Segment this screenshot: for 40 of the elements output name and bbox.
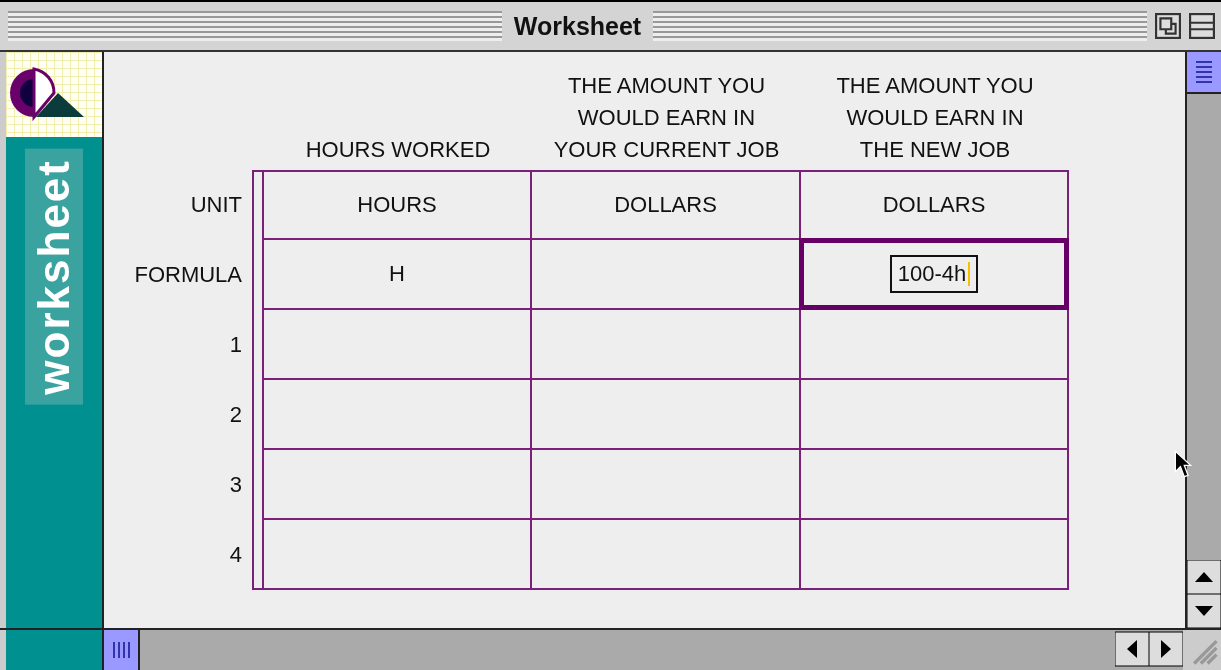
row-label: 2 — [229, 402, 242, 428]
sidebar-label: worksheet — [25, 149, 83, 405]
table-cell: DOLLARS — [801, 170, 1069, 240]
selected-cell[interactable]: 100-4h — [799, 238, 1069, 310]
row-label: UNIT — [190, 192, 242, 218]
scroll-down-icon[interactable] — [1187, 594, 1221, 628]
table-cell: HOURS — [264, 170, 532, 240]
table-cell[interactable] — [801, 450, 1069, 520]
collapse-box-icon[interactable] — [1189, 13, 1215, 39]
scroll-right-icon[interactable] — [1149, 630, 1183, 668]
table-cell[interactable] — [801, 520, 1069, 590]
table-cell[interactable] — [801, 310, 1069, 380]
table-cell: DOLLARS — [532, 170, 801, 240]
scroll-left-icon[interactable] — [1115, 630, 1149, 668]
table-cell[interactable]: H — [264, 240, 532, 310]
column-heading: THE AMOUNT YOU WOULD EARN IN YOUR CURRENT JOB — [553, 72, 780, 164]
row-label: 4 — [229, 542, 242, 568]
table-cell[interactable] — [532, 520, 801, 590]
table-cell[interactable] — [264, 450, 532, 520]
column-heading: THE AMOUNT YOU WOULD EARN IN THE NEW JOB — [836, 72, 1034, 164]
scroll-up-icon[interactable] — [1187, 560, 1221, 594]
scroll-thumb[interactable] — [1187, 52, 1221, 94]
formula-field[interactable]: 100-4h — [889, 255, 979, 293]
zoom-box-icon[interactable] — [1155, 13, 1181, 39]
table-cell[interactable] — [801, 380, 1069, 450]
table-cell[interactable] — [532, 380, 801, 450]
column-heading: HOURS WORKED — [305, 136, 491, 164]
mouse-pointer-icon — [1174, 450, 1192, 478]
vertical-scrollbar[interactable] — [1185, 52, 1221, 628]
table-cell[interactable] — [264, 310, 532, 380]
scroll-thumb[interactable] — [104, 630, 140, 670]
row-label: 1 — [229, 332, 242, 358]
horizontal-scrollbar[interactable] — [104, 630, 1183, 670]
table-cell[interactable] — [532, 450, 801, 520]
row-label: 3 — [229, 472, 242, 498]
table-cell[interactable] — [532, 310, 801, 380]
row-label: FORMULA — [134, 262, 242, 288]
table-cell[interactable] — [264, 520, 532, 590]
window-title: Worksheet — [512, 11, 643, 41]
table-cell[interactable] — [264, 380, 532, 450]
